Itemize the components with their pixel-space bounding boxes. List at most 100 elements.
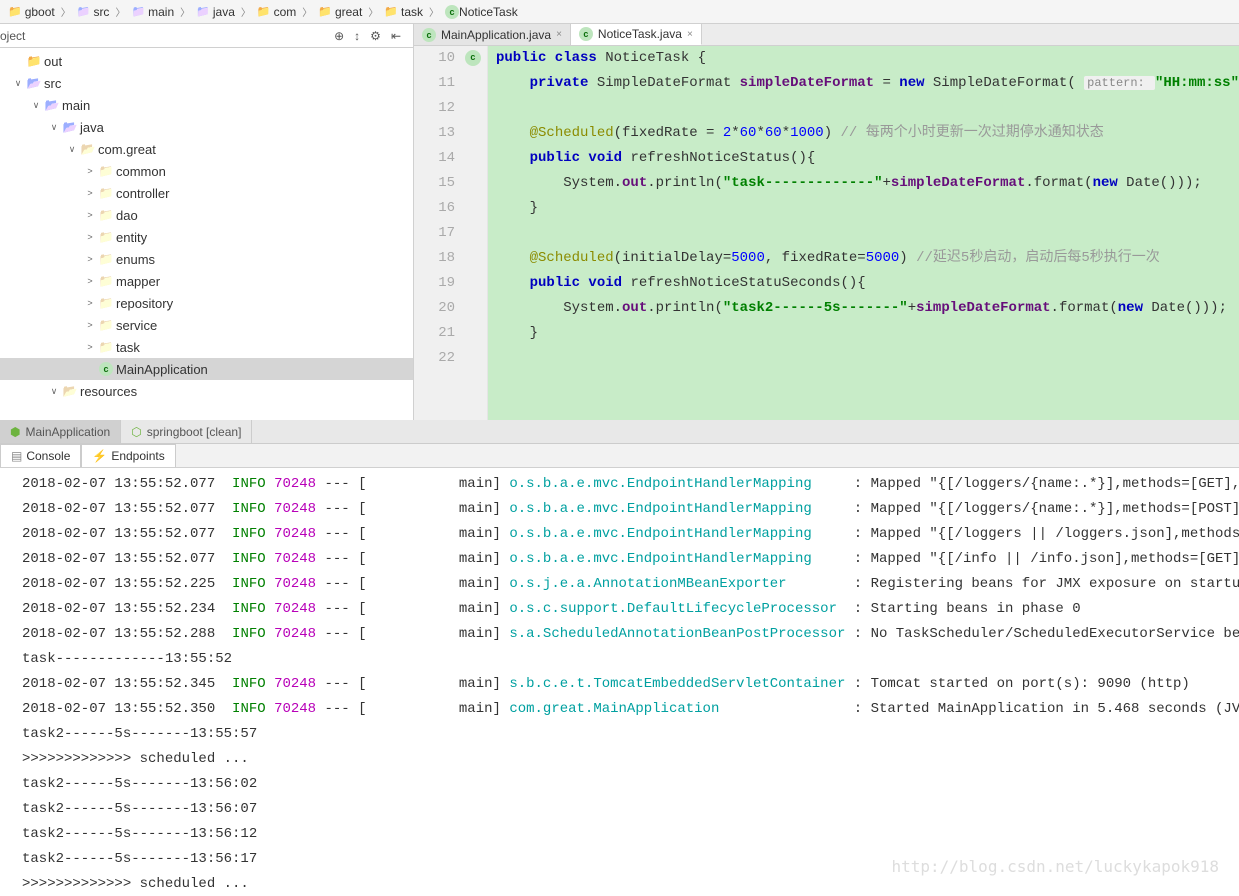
gear-icon[interactable]: ⚙ (370, 29, 381, 43)
tree-node[interactable]: >📁task (0, 336, 413, 358)
tree-node[interactable]: >📁mapper (0, 270, 413, 292)
code-editor[interactable]: 10c111213141516171819202122 public class… (414, 46, 1239, 420)
chevron-right-icon[interactable]: > (82, 232, 98, 242)
chevron-right-icon[interactable]: > (82, 320, 98, 330)
close-icon[interactable]: × (687, 29, 693, 40)
chevron-down-icon[interactable]: ∨ (46, 122, 62, 133)
project-header[interactable]: oject ⊕ ↕ ⚙ ⇤ (0, 24, 413, 48)
line-number: 12 (414, 96, 487, 121)
folder-icon: 📁 (196, 5, 210, 18)
project-tree[interactable]: 📁out∨📂src∨📂main∨📂java∨📂com.great>📁common… (0, 48, 413, 420)
log-line: 2018-02-07 13:55:52.077 INFO 70248 --- [… (22, 497, 1239, 522)
chevron-down-icon[interactable]: ∨ (64, 144, 80, 155)
tree-node[interactable]: ∨📂src (0, 72, 413, 94)
tree-node[interactable]: 📁out (0, 50, 413, 72)
chevron-right-icon[interactable]: > (82, 210, 98, 220)
tree-node[interactable]: ∨📂main (0, 94, 413, 116)
code-line[interactable]: } (488, 321, 1239, 346)
log-line: 2018-02-07 13:55:52.288 INFO 70248 --- [… (22, 622, 1239, 647)
spring-icon: ⬡ (131, 425, 141, 439)
chevron-down-icon[interactable]: ∨ (46, 386, 62, 397)
breadcrumb-item[interactable]: cNoticeTask (441, 5, 522, 19)
tree-node[interactable]: >📁common (0, 160, 413, 182)
chevron-right-icon[interactable]: > (82, 298, 98, 308)
tree-label: main (62, 98, 90, 113)
editor-tab[interactable]: cNoticeTask.java× (571, 24, 702, 45)
chevron-right-icon[interactable]: > (82, 276, 98, 286)
tool-tab-console[interactable]: ▤Console (0, 444, 81, 467)
code-line[interactable]: public class NoticeTask { (488, 46, 1239, 71)
tree-node[interactable]: >📁repository (0, 292, 413, 314)
code-line[interactable] (488, 221, 1239, 246)
code-line[interactable]: } (488, 196, 1239, 221)
log-line: task2------5s-------13:56:17 (22, 847, 1239, 872)
folder-icon: 📁 (131, 5, 145, 18)
chevron-down-icon[interactable]: ∨ (28, 100, 44, 111)
folder-icon: 📁 (77, 5, 91, 18)
chevron-right-icon[interactable]: > (82, 188, 98, 198)
line-number: 21 (414, 321, 487, 346)
tree-node[interactable]: ∨📂com.great (0, 138, 413, 160)
breadcrumb-item[interactable]: 📁task (380, 5, 427, 19)
log-line: 2018-02-07 13:55:52.234 INFO 70248 --- [… (22, 597, 1239, 622)
tree-node[interactable]: >📁enums (0, 248, 413, 270)
breadcrumb-item[interactable]: 📁src (73, 5, 114, 19)
project-sidebar: oject ⊕ ↕ ⚙ ⇤ 📁out∨📂src∨📂main∨📂java∨📂com… (0, 24, 414, 420)
chevron-right-icon[interactable]: > (82, 166, 98, 176)
tree-label: service (116, 318, 157, 333)
breadcrumb-chevron-icon: 〉 (178, 4, 192, 19)
line-number: 17 (414, 221, 487, 246)
tree-node[interactable]: cMainApplication (0, 358, 413, 380)
code-line[interactable]: public void refreshNoticeStatuSeconds(){ (488, 271, 1239, 296)
tree-label: repository (116, 296, 173, 311)
line-number: 22 (414, 346, 487, 371)
class-icon: c (422, 28, 436, 42)
tree-node[interactable]: >📁entity (0, 226, 413, 248)
breadcrumb-item[interactable]: 📁great (314, 5, 366, 19)
code-line[interactable]: private SimpleDateFormat simpleDateForma… (488, 71, 1239, 96)
chevron-right-icon[interactable]: > (82, 254, 98, 264)
tree-node[interactable]: >📁controller (0, 182, 413, 204)
folder-icon: 📁 (8, 5, 22, 18)
code-line[interactable]: public void refreshNoticeStatus(){ (488, 146, 1239, 171)
run-tab[interactable]: ⬢MainApplication (0, 420, 121, 443)
code-body[interactable]: public class NoticeTask { private Simple… (488, 46, 1239, 420)
chevron-right-icon[interactable]: > (82, 342, 98, 352)
folder-icon: 📁 (98, 339, 114, 355)
folder-icon: 📁 (26, 53, 42, 69)
code-line[interactable]: System.out.println("task-------------"+s… (488, 171, 1239, 196)
console-output[interactable]: 2018-02-07 13:55:52.077 INFO 70248 --- [… (0, 468, 1239, 896)
tree-node[interactable]: ∨📂resources (0, 380, 413, 402)
code-line[interactable] (488, 96, 1239, 121)
line-number: 16 (414, 196, 487, 221)
chevron-down-icon[interactable]: ∨ (10, 78, 26, 89)
breadcrumb-chevron-icon: 〉 (300, 4, 314, 19)
breadcrumb-item[interactable]: 📁gboot (4, 5, 59, 19)
folder-icon: 📁 (98, 295, 114, 311)
line-gutter: 10c111213141516171819202122 (414, 46, 488, 420)
tree-node[interactable]: ∨📂java (0, 116, 413, 138)
breadcrumb-item[interactable]: 📁java (192, 5, 239, 19)
code-line[interactable]: @Scheduled(fixedRate = 2*60*60*1000) // … (488, 121, 1239, 146)
folder-icon: 📁 (257, 5, 271, 18)
code-line[interactable] (488, 346, 1239, 371)
line-number: 20 (414, 296, 487, 321)
collapse-icon[interactable]: ⇤ (391, 29, 401, 43)
code-line[interactable]: System.out.println("task2------5s-------… (488, 296, 1239, 321)
expand-icon[interactable]: ↕ (354, 29, 360, 43)
target-icon[interactable]: ⊕ (334, 29, 344, 43)
breadcrumb-label: great (335, 5, 362, 19)
editor-tab[interactable]: cMainApplication.java× (414, 24, 571, 45)
tree-node[interactable]: >📁dao (0, 204, 413, 226)
tree-label: com.great (98, 142, 156, 157)
breadcrumb-item[interactable]: 📁com (253, 5, 300, 19)
code-line[interactable]: @Scheduled(initialDelay=5000, fixedRate=… (488, 246, 1239, 271)
close-icon[interactable]: × (556, 29, 562, 40)
tool-tab-endpoints[interactable]: ⚡Endpoints (81, 444, 175, 467)
tree-node[interactable]: >📁service (0, 314, 413, 336)
class-gutter-icon: c (465, 50, 481, 66)
breadcrumb-item[interactable]: 📁main (127, 5, 178, 19)
run-tab[interactable]: ⬡springboot [clean] (121, 420, 252, 443)
editor-area: cMainApplication.java×cNoticeTask.java× … (414, 24, 1239, 420)
breadcrumb-chevron-icon: 〉 (59, 4, 73, 19)
